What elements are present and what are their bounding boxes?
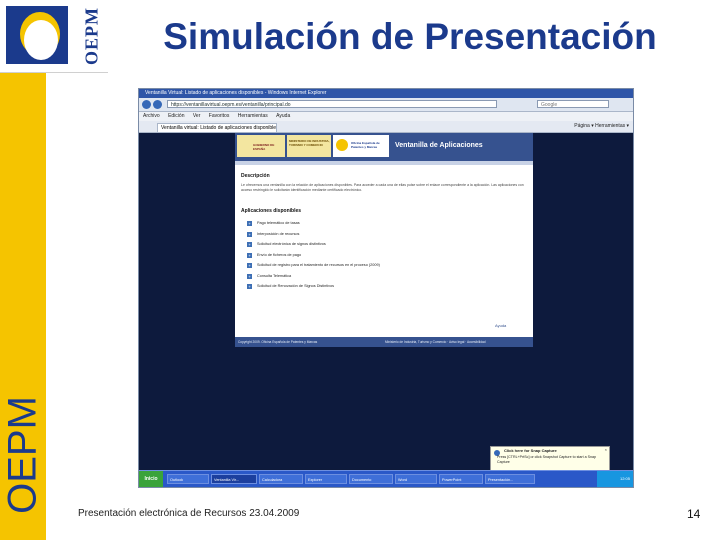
browser-content: GOBIERNO DE ESPAÑA MINISTERIO DE INDUSTR… — [140, 133, 630, 471]
expand-icon[interactable]: + — [247, 252, 252, 258]
system-tray-clock[interactable]: 12:05 — [597, 471, 633, 487]
ministerio-logo: MINISTERIO DE INDUSTRIA, TURISMO Y COMER… — [287, 135, 331, 157]
slide-title: Simulación de Presentación — [163, 16, 657, 57]
tab-ventanilla[interactable]: Ventanilla virtual: Listado de aplicacio… — [157, 123, 277, 132]
expand-icon[interactable]: + — [247, 263, 252, 268]
app-item[interactable]: + Solicitud de Renovación de Signos Disti… — [247, 283, 447, 294]
app-item[interactable]: + Pago telemático de tasas — [247, 220, 447, 231]
tab-toolbar-tools[interactable]: Página ▾ Herramientas ▾ — [574, 122, 629, 131]
page-footer: Copyright 2009. Oficina Española de Pate… — [235, 337, 533, 347]
description-text: Le ofrecemos una ventanilla con la relac… — [241, 183, 524, 192]
app-item[interactable]: + Consulta Telemática — [247, 273, 447, 284]
browser-menu-bar: Archivo Edición Ver Favoritos Herramient… — [139, 112, 633, 121]
oepm-page-logo: Oficina Española de Patentes y Marcas — [333, 135, 389, 157]
notification-title: Click here for Snap Capture — [504, 448, 557, 453]
back-button[interactable] — [142, 100, 151, 109]
browser-tab-bar: Ventanilla virtual: Listado de aplicacio… — [139, 121, 633, 133]
expand-icon[interactable]: + — [247, 273, 252, 279]
address-input[interactable]: https://ventanillavirtual.oepm.es/ventan… — [167, 100, 497, 108]
forward-button[interactable] — [153, 100, 162, 109]
close-icon[interactable]: × — [605, 447, 607, 453]
logo-circle-icon — [20, 12, 60, 60]
taskbar-button[interactable]: Calculadora — [259, 474, 303, 484]
app-item[interactable]: + Envío de ficheros de pago — [247, 252, 447, 263]
page-number: 14 — [687, 507, 701, 521]
start-button[interactable]: Inicio — [139, 471, 163, 487]
expand-icon[interactable]: + — [247, 231, 252, 237]
logo-emblem — [6, 6, 68, 64]
taskbar-button[interactable]: Ventanilla Vir... — [211, 474, 257, 484]
browser-address-bar: https://ventanillavirtual.oepm.es/ventan… — [139, 98, 633, 112]
apps-list: + Pago telemático de tasas + Interposición… — [247, 220, 447, 294]
snap-capture-notification[interactable]: Click here for Snap Capture Press [CTRL+… — [490, 446, 610, 471]
taskbar-button[interactable]: Word — [395, 474, 437, 484]
taskbar-button[interactable]: Explorer — [305, 474, 347, 484]
browser-title-bar: Ventanilla Virtual: Listado de aplicacio… — [139, 89, 633, 98]
search-input[interactable]: Google — [537, 100, 609, 108]
expand-icon[interactable]: + — [247, 242, 252, 247]
section-apps: Aplicaciones disponibles — [241, 208, 302, 214]
footer-links[interactable]: Ministerio de Industria, Turismo y Comer… — [385, 337, 486, 347]
menu-item-edicion[interactable]: Edición — [168, 113, 184, 119]
slide-footer: Presentación electrónica de Recursos 23.… — [78, 508, 300, 519]
taskbar-button[interactable]: PowerPoint — [439, 474, 483, 484]
section-description: Descripción — [241, 173, 270, 179]
menu-item-herramientas[interactable]: Herramientas — [238, 113, 268, 119]
app-title: Ventanilla de Aplicaciones — [395, 142, 483, 149]
taskbar: Inicio Outlook Ventanilla Vir... Calcula… — [139, 470, 633, 487]
taskbar-button[interactable]: Outlook — [167, 474, 209, 484]
page-header: GOBIERNO DE ESPAÑA MINISTERIO DE INDUSTR… — [235, 133, 533, 161]
taskbar-button[interactable]: Documento — [349, 474, 393, 484]
menu-item-ayuda[interactable]: Ayuda — [276, 113, 290, 119]
gobierno-logo: GOBIERNO DE ESPAÑA — [237, 135, 285, 157]
oepm-circle-icon — [336, 139, 348, 151]
notification-body: Press [CTRL+PrtSc] or click Snapshot Cap… — [497, 455, 596, 464]
oepm-logo: OEPM — [0, 0, 108, 73]
menu-item-favoritos[interactable]: Favoritos — [209, 113, 230, 119]
app-item[interactable]: + Solicitud electrónica de signos distint… — [247, 241, 447, 252]
browser-window: Ventanilla Virtual: Listado de aplicacio… — [138, 88, 634, 488]
menu-item-ver[interactable]: Ver — [193, 113, 201, 119]
menu-item-archivo[interactable]: Archivo — [143, 113, 160, 119]
expand-icon[interactable]: + — [247, 284, 252, 289]
header-subbar — [235, 161, 533, 165]
app-item[interactable]: + Solicitud de registro para el tratamien… — [247, 262, 447, 273]
copyright-text: Copyright 2009. Oficina Española de Pate… — [238, 340, 318, 344]
help-link[interactable]: Ayuda — [495, 323, 506, 328]
expand-icon[interactable]: + — [247, 221, 252, 226]
taskbar-button[interactable]: Presentación... — [485, 474, 535, 484]
web-page: GOBIERNO DE ESPAÑA MINISTERIO DE INDUSTR… — [235, 133, 533, 347]
app-item[interactable]: + Interposición de recursos — [247, 231, 447, 242]
